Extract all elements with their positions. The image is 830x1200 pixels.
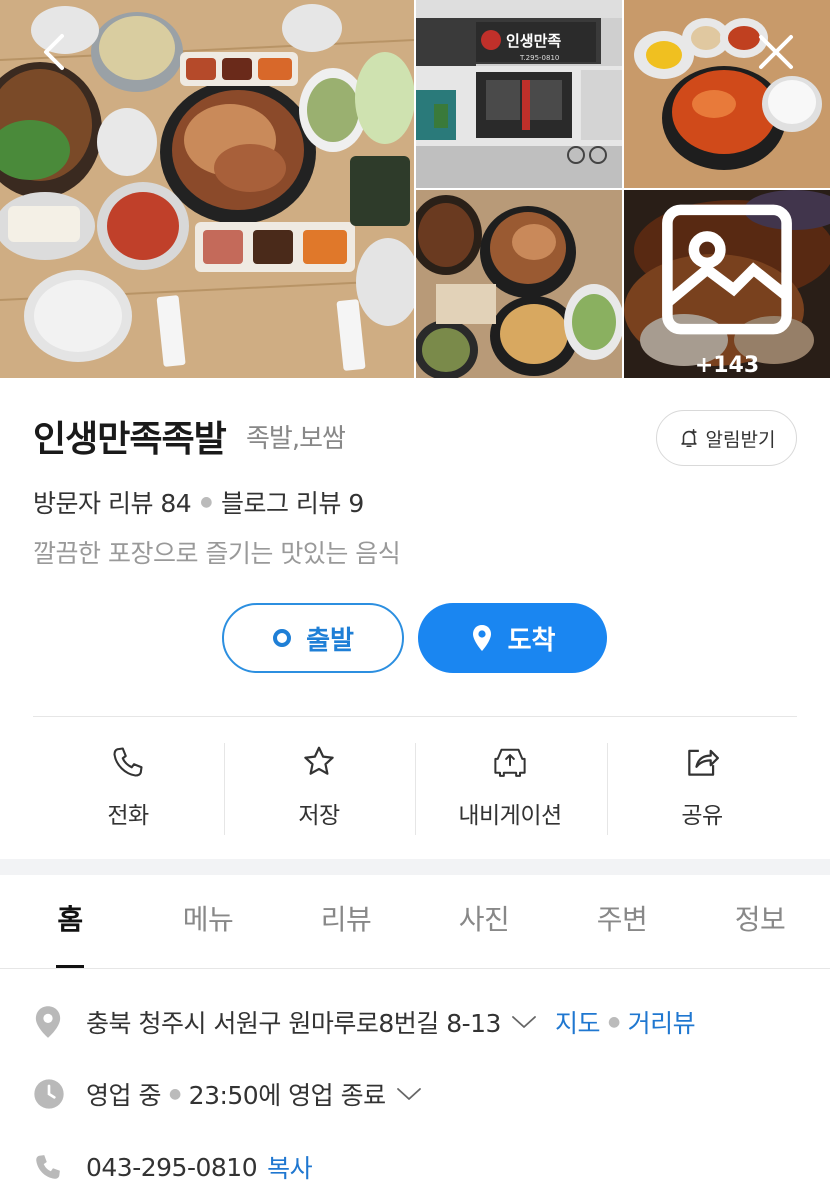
notification-button[interactable]: 알림받기: [656, 410, 797, 466]
car-icon: [494, 748, 526, 777]
place-category: 족발,보쌈: [246, 424, 346, 454]
photo-gallery-icon: [662, 204, 792, 335]
save-label: 저장: [298, 803, 340, 829]
save-action[interactable]: 저장: [224, 740, 414, 836]
tab-info[interactable]: 정보: [720, 898, 800, 938]
call-action[interactable]: 전화: [33, 740, 223, 836]
section-separator: [0, 859, 830, 875]
phone-number[interactable]: 043-295-0810: [86, 1153, 258, 1182]
hours-row: 영업 중 ● 23:50에 영업 종료: [33, 1076, 422, 1112]
blog-reviews-link[interactable]: 블로그 리뷰 9: [221, 484, 364, 520]
store-sign-phone: T.295-0810: [519, 54, 559, 62]
tab-menu[interactable]: 메뉴: [168, 898, 248, 938]
separator-dot: ●: [200, 494, 212, 510]
arrive-button[interactable]: 도착: [418, 603, 607, 673]
phone-icon: [36, 1155, 60, 1179]
store-sign-text: 인생만족: [506, 32, 561, 50]
separator-dot: ●: [168, 1086, 181, 1102]
more-photos-count: +143: [694, 353, 760, 378]
address-row: 충북 청주시 서원구 원마루로8번길 8-13 지도 ● 거리뷰: [33, 1004, 696, 1040]
map-link[interactable]: 지도: [555, 1004, 601, 1040]
more-photos-tile[interactable]: +143: [624, 190, 830, 378]
tab-divider: [0, 968, 830, 969]
photo-gallery: 인생만족 T.295-0810 +143: [0, 0, 830, 378]
depart-button[interactable]: 출발: [222, 603, 404, 673]
bell-plus-icon: [680, 428, 697, 448]
call-label: 전화: [107, 803, 149, 829]
tab-photos[interactable]: 사진: [444, 898, 524, 938]
chevron-left-icon: [44, 34, 64, 70]
divider: [33, 716, 797, 717]
star-icon: [304, 746, 334, 775]
more-photos-overlay: +143: [624, 190, 830, 378]
chevron-down-icon: [396, 1088, 421, 1100]
tab-home[interactable]: 홈: [50, 898, 90, 938]
review-summary: 방문자 리뷰 84 ● 블로그 리뷰 9: [33, 484, 364, 520]
chevron-down-icon: [512, 1016, 536, 1028]
hours-status: 영업 중: [86, 1081, 161, 1110]
hours-expand[interactable]: [396, 1086, 422, 1102]
phone-icon: [113, 747, 143, 777]
notification-label: 알림받기: [705, 428, 776, 451]
clock-icon: [34, 1079, 64, 1109]
share-action[interactable]: 공유: [607, 740, 797, 836]
close-button[interactable]: [752, 28, 800, 76]
street-view-link[interactable]: 거리뷰: [628, 1004, 696, 1040]
separator-dot: ●: [607, 1014, 620, 1030]
storefront-photo[interactable]: 인생만족 T.295-0810: [416, 0, 622, 188]
share-icon: [688, 749, 719, 776]
tab-reviews[interactable]: 리뷰: [306, 898, 386, 938]
copy-phone-button[interactable]: 복사: [267, 1149, 313, 1185]
navigation-label: 내비게이션: [458, 803, 562, 829]
navigation-action[interactable]: 내비게이션: [415, 740, 605, 836]
close-icon: [759, 35, 793, 69]
back-button[interactable]: [30, 28, 78, 76]
tab-nearby[interactable]: 주변: [582, 898, 662, 938]
visitor-reviews-link[interactable]: 방문자 리뷰 84: [33, 484, 192, 520]
origin-dot-icon: [273, 629, 292, 647]
place-name: 인생만족족발: [33, 419, 227, 460]
arrive-label: 도착: [507, 625, 556, 656]
address-text[interactable]: 충북 청주시 서원구 원마루로8번길 8-13: [86, 1004, 501, 1040]
depart-label: 출발: [306, 625, 354, 656]
location-pin-icon: [35, 1006, 61, 1038]
place-description: 깔끔한 포장으로 즐기는 맛있는 음식: [33, 539, 401, 568]
address-expand[interactable]: [511, 1014, 537, 1030]
spread-photo[interactable]: [416, 190, 622, 378]
hours-detail[interactable]: 23:50에 영업 종료: [189, 1076, 386, 1112]
share-label: 공유: [681, 803, 723, 829]
map-pin-icon: [472, 625, 491, 651]
phone-row: 043-295-0810 복사: [33, 1149, 313, 1185]
